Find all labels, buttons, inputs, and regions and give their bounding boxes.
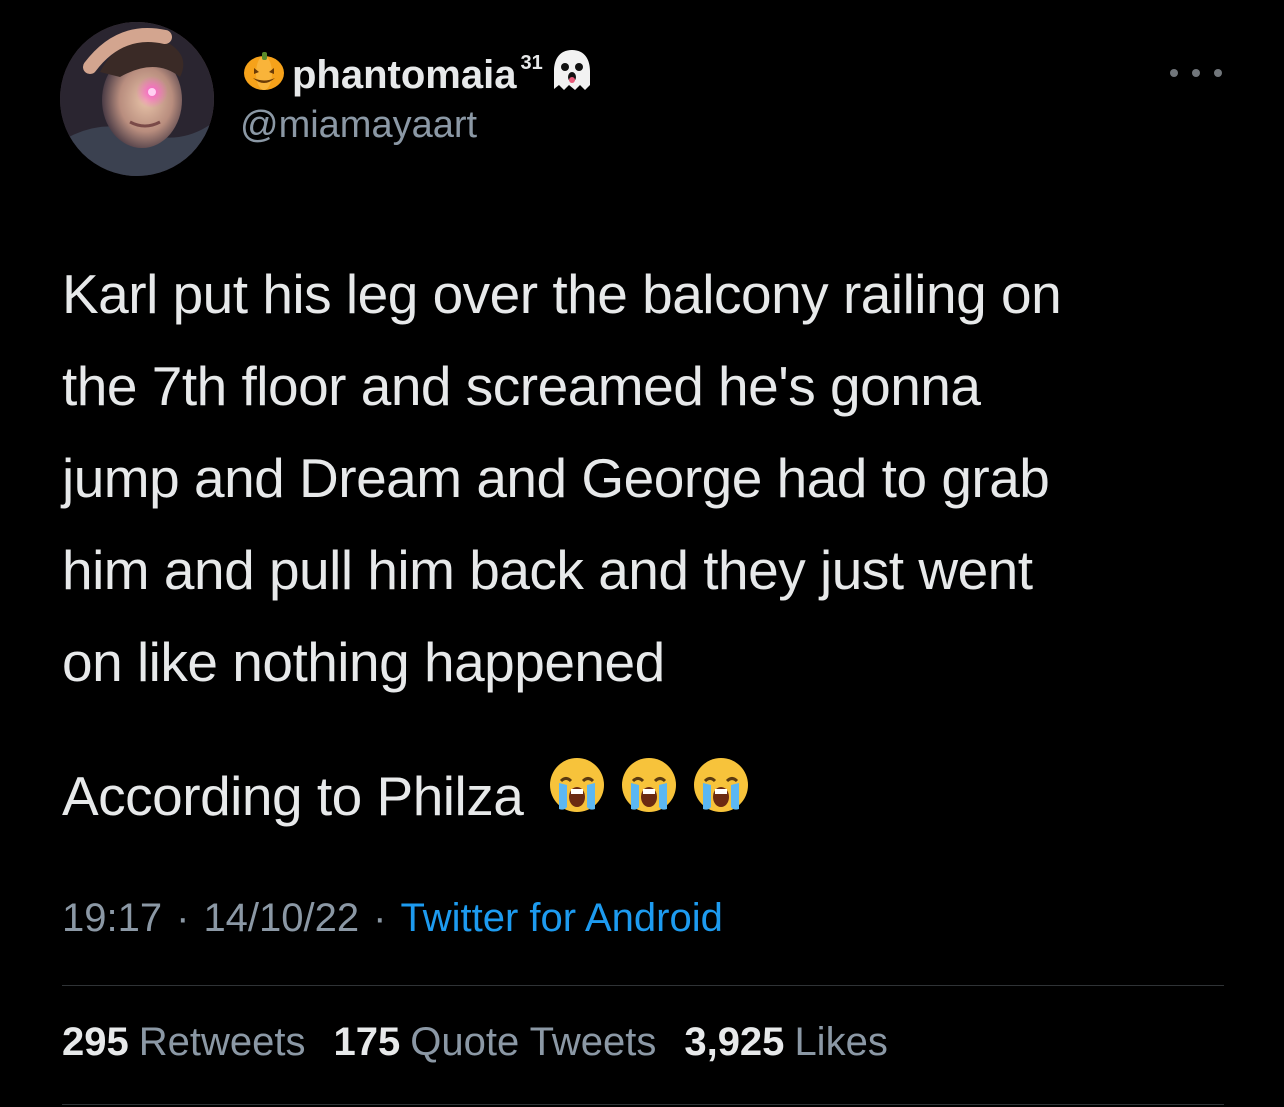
- more-dot: [1170, 69, 1178, 77]
- tweet-meta: 19:17 · 14/10/22 · Twitter for Android: [62, 896, 723, 941]
- likes-label: Likes: [794, 1020, 888, 1064]
- tweet-date[interactable]: 14/10/22: [203, 896, 359, 941]
- tweet-line: the 7th floor and screamed he's gonna: [62, 355, 981, 417]
- display-name-superscript: 31: [520, 51, 543, 74]
- avatar[interactable]: [60, 22, 214, 176]
- quote-tweets-label: Quote Tweets: [410, 1020, 657, 1064]
- retweets-count: 295: [62, 1020, 129, 1064]
- quote-tweets-stat[interactable]: 175 Quote Tweets: [334, 1020, 657, 1065]
- user-display-name: phantomaia: [292, 52, 517, 97]
- divider: [62, 1104, 1224, 1105]
- tweet-stats: 295 Retweets 175 Quote Tweets 3,925 Likes: [62, 1020, 888, 1065]
- tweet-line: jump and Dream and George had to grab: [62, 447, 1050, 509]
- tweet-time[interactable]: 19:17: [62, 896, 162, 941]
- meta-separator: ·: [176, 896, 190, 940]
- quote-tweets-count: 175: [333, 1020, 401, 1064]
- crying-face-icon: [691, 750, 751, 842]
- retweets-stat[interactable]: 295 Retweets: [62, 1020, 306, 1065]
- tweet-source-link[interactable]: Twitter for Android: [400, 896, 722, 941]
- pumpkin-icon: [240, 46, 288, 104]
- avatar-illustration: [60, 22, 214, 176]
- tweet-text: Karl put his leg over the balcony railin…: [62, 248, 1242, 842]
- emoji-group: [547, 750, 751, 842]
- tweet-line: Karl put his leg over the balcony railin…: [62, 263, 1062, 325]
- tweet-line: him and pull him back and they just went: [62, 539, 1033, 601]
- user-display-name-row[interactable]: phantomaia 31: [240, 48, 597, 102]
- more-dot: [1214, 69, 1222, 77]
- more-dot: [1192, 69, 1200, 77]
- retweets-label: Retweets: [138, 1020, 306, 1064]
- likes-stat[interactable]: 3,925 Likes: [684, 1020, 888, 1065]
- crying-face-icon: [619, 750, 679, 842]
- tweet-line: on like nothing happened: [62, 631, 665, 693]
- ghost-icon: [547, 45, 597, 105]
- divider: [62, 985, 1224, 986]
- meta-separator: ·: [373, 896, 387, 940]
- likes-count: 3,925: [684, 1020, 785, 1064]
- tweet-second-paragraph-text: According to Philza: [62, 765, 524, 827]
- crying-face-icon: [547, 750, 607, 842]
- more-options-icon[interactable]: [1170, 60, 1222, 86]
- user-handle[interactable]: @miamayaart: [240, 104, 477, 147]
- tweet-second-paragraph: According to Philza: [62, 750, 1242, 842]
